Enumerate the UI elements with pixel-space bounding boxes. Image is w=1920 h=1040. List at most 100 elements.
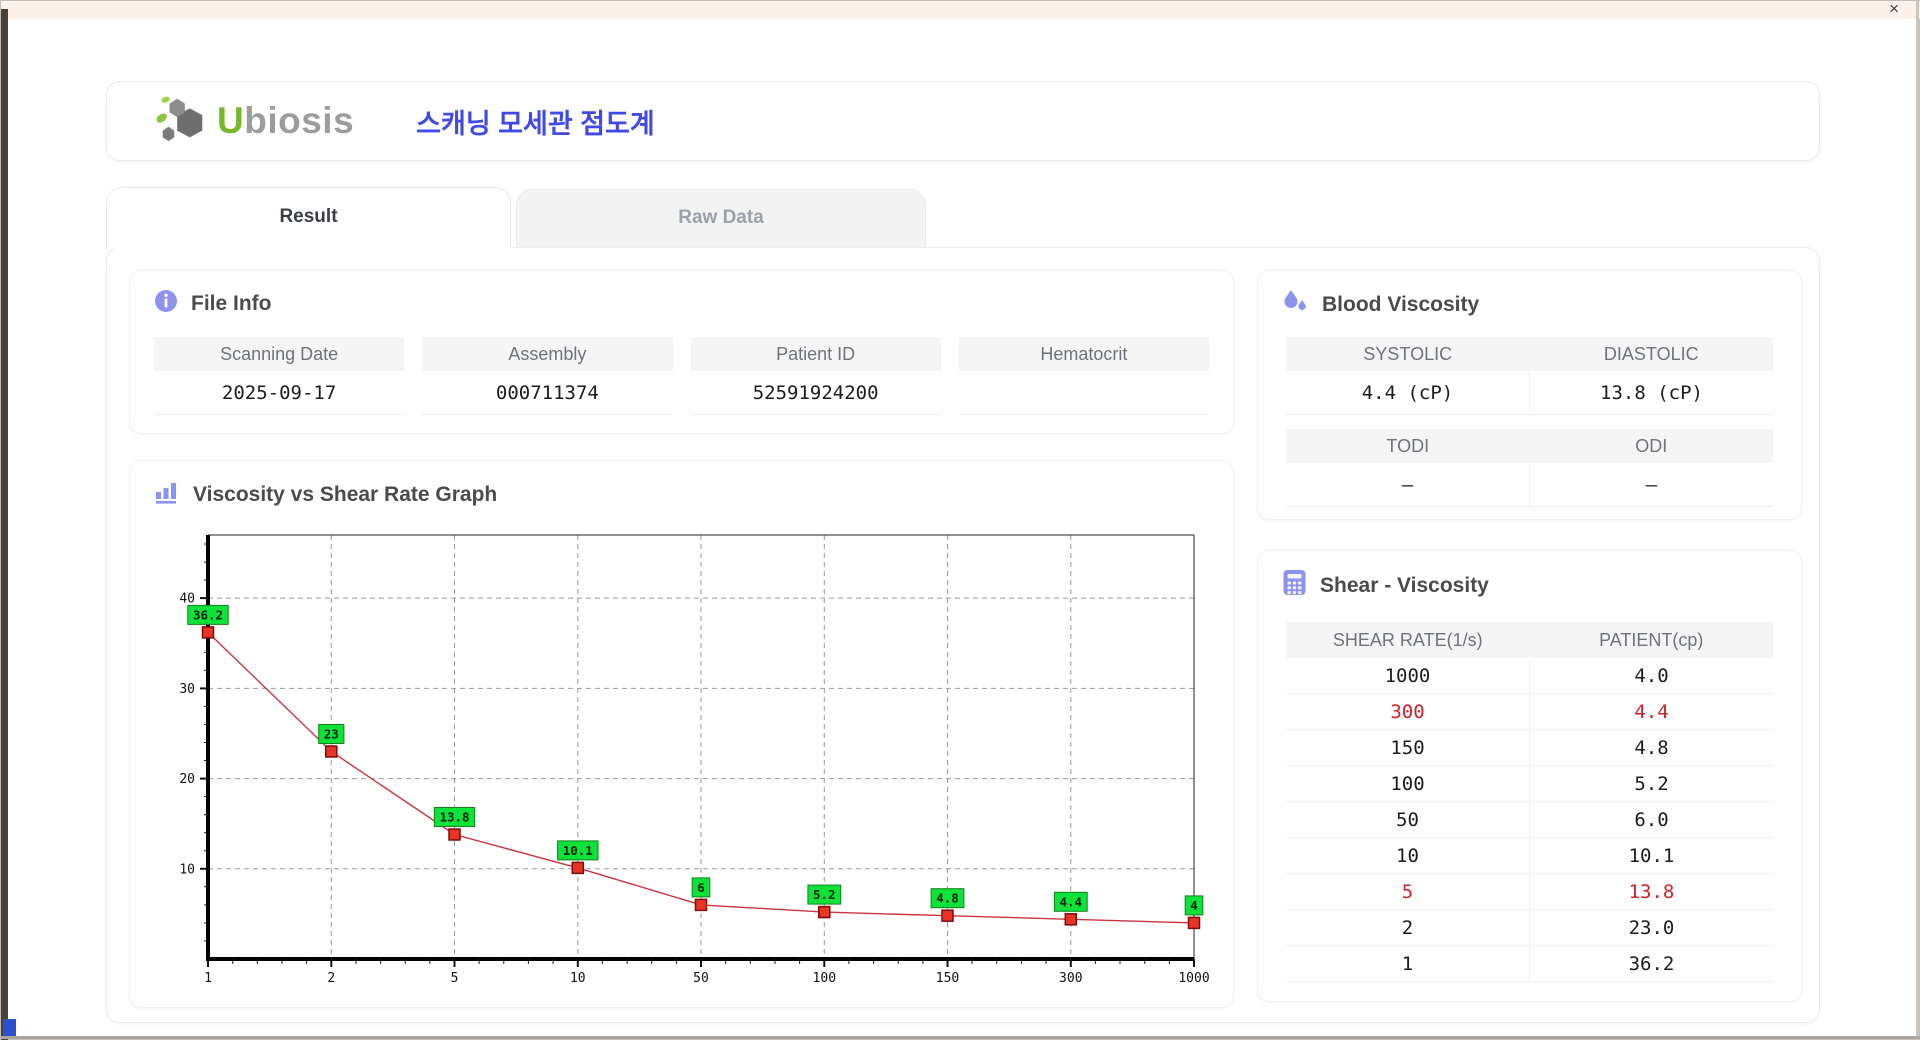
shear-rate-cell: 300: [1390, 701, 1425, 723]
file-info-field-label: Patient ID: [690, 337, 941, 371]
svg-text:36.2: 36.2: [193, 607, 223, 622]
file-info-field-value: [958, 371, 1209, 415]
page-title: 스캐닝 모세관 점도계: [416, 108, 655, 139]
blood-viscosity-table: SYSTOLIC DIASTOLIC 4.4 (cP) 13.8 (cP) TODI…: [1286, 337, 1773, 507]
shear-rate-cell: 2: [1401, 917, 1414, 939]
shear-viscosity-row: 5 13.8: [1286, 874, 1773, 910]
file-info-field: Hematocrit: [958, 337, 1209, 415]
svg-text:4.8: 4.8: [936, 891, 959, 906]
window-right-edge: [1916, 1, 1919, 1040]
patient-viscosity-cell: 6.0: [1529, 802, 1773, 837]
blood-viscosity-panel: Blood Viscosity SYSTOLIC DIASTOLIC 4.4 (c…: [1257, 270, 1802, 520]
shear-viscosity-row: 10 10.1: [1286, 838, 1773, 874]
svg-text:10: 10: [179, 862, 195, 877]
shear-viscosity-row: 1000 4.0: [1286, 658, 1773, 694]
water-drops-icon: [1282, 289, 1309, 321]
file-info-field-label: Scanning Date: [154, 337, 405, 371]
shear-rate-cell: 10: [1396, 845, 1419, 867]
viscosity-graph-panel: Viscosity vs Shear Rate Graph 10 20 30 40 1 2…: [129, 460, 1234, 1008]
result-panel: File Info Scanning Date 2025-09-17 Assem…: [106, 247, 1820, 1023]
blood-viscosity-value-cell: 13.8 (cP): [1529, 371, 1773, 415]
svg-text:150: 150: [936, 971, 959, 986]
blood-viscosity-header-row: TODI ODI: [1286, 429, 1773, 463]
blood-viscosity-value-cell: 4.4 (cP): [1286, 371, 1529, 415]
window-left-edge: [1, 9, 8, 1040]
taskbar-corner-fragment: [3, 1019, 16, 1036]
shear-rate-cell: 5: [1401, 881, 1414, 903]
file-info-field-value: 000711374: [422, 371, 673, 415]
svg-text:2: 2: [327, 971, 335, 986]
logo-u: U: [217, 100, 245, 141]
blood-viscosity-header-row: SYSTOLIC DIASTOLIC: [1286, 337, 1773, 371]
shear-viscosity-row: 50 6.0: [1286, 802, 1773, 838]
tab-raw-data[interactable]: Raw Data: [516, 189, 926, 247]
file-info-field-label: Assembly: [422, 337, 673, 371]
svg-text:13.8: 13.8: [439, 810, 469, 825]
shear-rate-cell: 150: [1390, 737, 1425, 759]
app-logo: Ubiosis: [153, 92, 354, 151]
shear-viscosity-row: 150 4.8: [1286, 730, 1773, 766]
blood-viscosity-value-row: 4.4 (cP) 13.8 (cP): [1286, 371, 1773, 415]
svg-text:5: 5: [451, 971, 459, 986]
file-info-fields: Scanning Date 2025-09-17 Assembly 000711…: [154, 337, 1209, 415]
blood-viscosity-value-cell: –: [1529, 463, 1773, 507]
bar-chart-icon: [154, 479, 180, 511]
svg-text:10.1: 10.1: [563, 843, 593, 858]
file-info-field: Patient ID 52591924200: [690, 337, 941, 415]
blood-viscosity-group: SYSTOLIC DIASTOLIC 4.4 (cP) 13.8 (cP): [1286, 337, 1773, 415]
shear-rate-cell: 1000: [1384, 665, 1431, 687]
shear-rate-cell: 50: [1396, 809, 1419, 831]
shear-rate-cell: 100: [1390, 773, 1425, 795]
calculator-icon: [1282, 569, 1307, 602]
shear-viscosity-header-cell: PATIENT(cp): [1529, 622, 1773, 658]
blood-viscosity-group: TODI ODI – –: [1286, 429, 1773, 507]
patient-viscosity-cell: 10.1: [1529, 838, 1773, 873]
shear-viscosity-row: 100 5.2: [1286, 766, 1773, 802]
patient-viscosity-cell: 4.8: [1529, 730, 1773, 765]
blood-viscosity-value-cell: –: [1286, 463, 1529, 507]
app-window: × Ubiosis 스캐닝 모세관 점도계 Result Raw Data Fi…: [0, 0, 1920, 1040]
svg-text:4: 4: [1190, 898, 1198, 913]
svg-text:300: 300: [1059, 971, 1082, 986]
svg-text:30: 30: [179, 682, 195, 697]
svg-text:40: 40: [179, 592, 195, 607]
file-info-title: File Info: [191, 292, 272, 315]
viscosity-graph-title: Viscosity vs Shear Rate Graph: [193, 483, 498, 506]
blood-viscosity-header-cell: DIASTOLIC: [1529, 337, 1773, 371]
blood-viscosity-header-cell: SYSTOLIC: [1286, 337, 1530, 371]
blood-viscosity-header-cell: ODI: [1529, 429, 1773, 463]
window-bottom-edge: [1, 1036, 1920, 1039]
svg-text:6: 6: [697, 880, 705, 895]
file-info-panel: File Info Scanning Date 2025-09-17 Assem…: [129, 270, 1234, 434]
viscosity-chart: 10 20 30 40 1 2 5 10 50 100 150 300 1000 36.2 23 13.8 10…: [162, 525, 1212, 1000]
file-info-field-value: 52591924200: [690, 371, 941, 415]
close-icon[interactable]: ×: [1889, 0, 1899, 18]
shear-viscosity-panel: Shear - Viscosity SHEAR RATE(1/s) PATIENT…: [1257, 550, 1802, 1002]
header-card: Ubiosis 스캐닝 모세관 점도계: [106, 81, 1820, 161]
svg-text:10: 10: [570, 971, 586, 986]
svg-text:20: 20: [179, 772, 195, 787]
file-info-field-label: Hematocrit: [958, 337, 1209, 371]
svg-text:23: 23: [324, 727, 339, 742]
svg-text:1000: 1000: [1178, 971, 1209, 986]
shear-viscosity-row: 300 4.4: [1286, 694, 1773, 730]
window-titlebar: ×: [1, 0, 1920, 19]
logo-biosis: biosis: [244, 100, 355, 141]
ubiosis-pebbles-logo-icon: [153, 92, 211, 151]
patient-viscosity-cell: 13.8: [1529, 874, 1773, 909]
blood-viscosity-title: Blood Viscosity: [1322, 293, 1480, 316]
file-info-field: Scanning Date 2025-09-17: [154, 337, 405, 415]
shear-viscosity-header-row: SHEAR RATE(1/s) PATIENT(cp): [1286, 622, 1773, 658]
patient-viscosity-cell: 4.0: [1529, 658, 1773, 693]
blood-viscosity-header-cell: TODI: [1286, 429, 1530, 463]
svg-text:100: 100: [813, 971, 836, 986]
blood-viscosity-value-row: – –: [1286, 463, 1773, 507]
info-circle-icon: [154, 289, 178, 319]
patient-viscosity-cell: 23.0: [1529, 910, 1773, 945]
tab-result[interactable]: Result: [106, 187, 511, 249]
shear-viscosity-row: 2 23.0: [1286, 910, 1773, 946]
shear-viscosity-row: 1 36.2: [1286, 946, 1773, 982]
svg-text:5.2: 5.2: [813, 887, 836, 902]
file-info-field-value: 2025-09-17: [154, 371, 405, 415]
svg-text:1: 1: [204, 971, 212, 986]
